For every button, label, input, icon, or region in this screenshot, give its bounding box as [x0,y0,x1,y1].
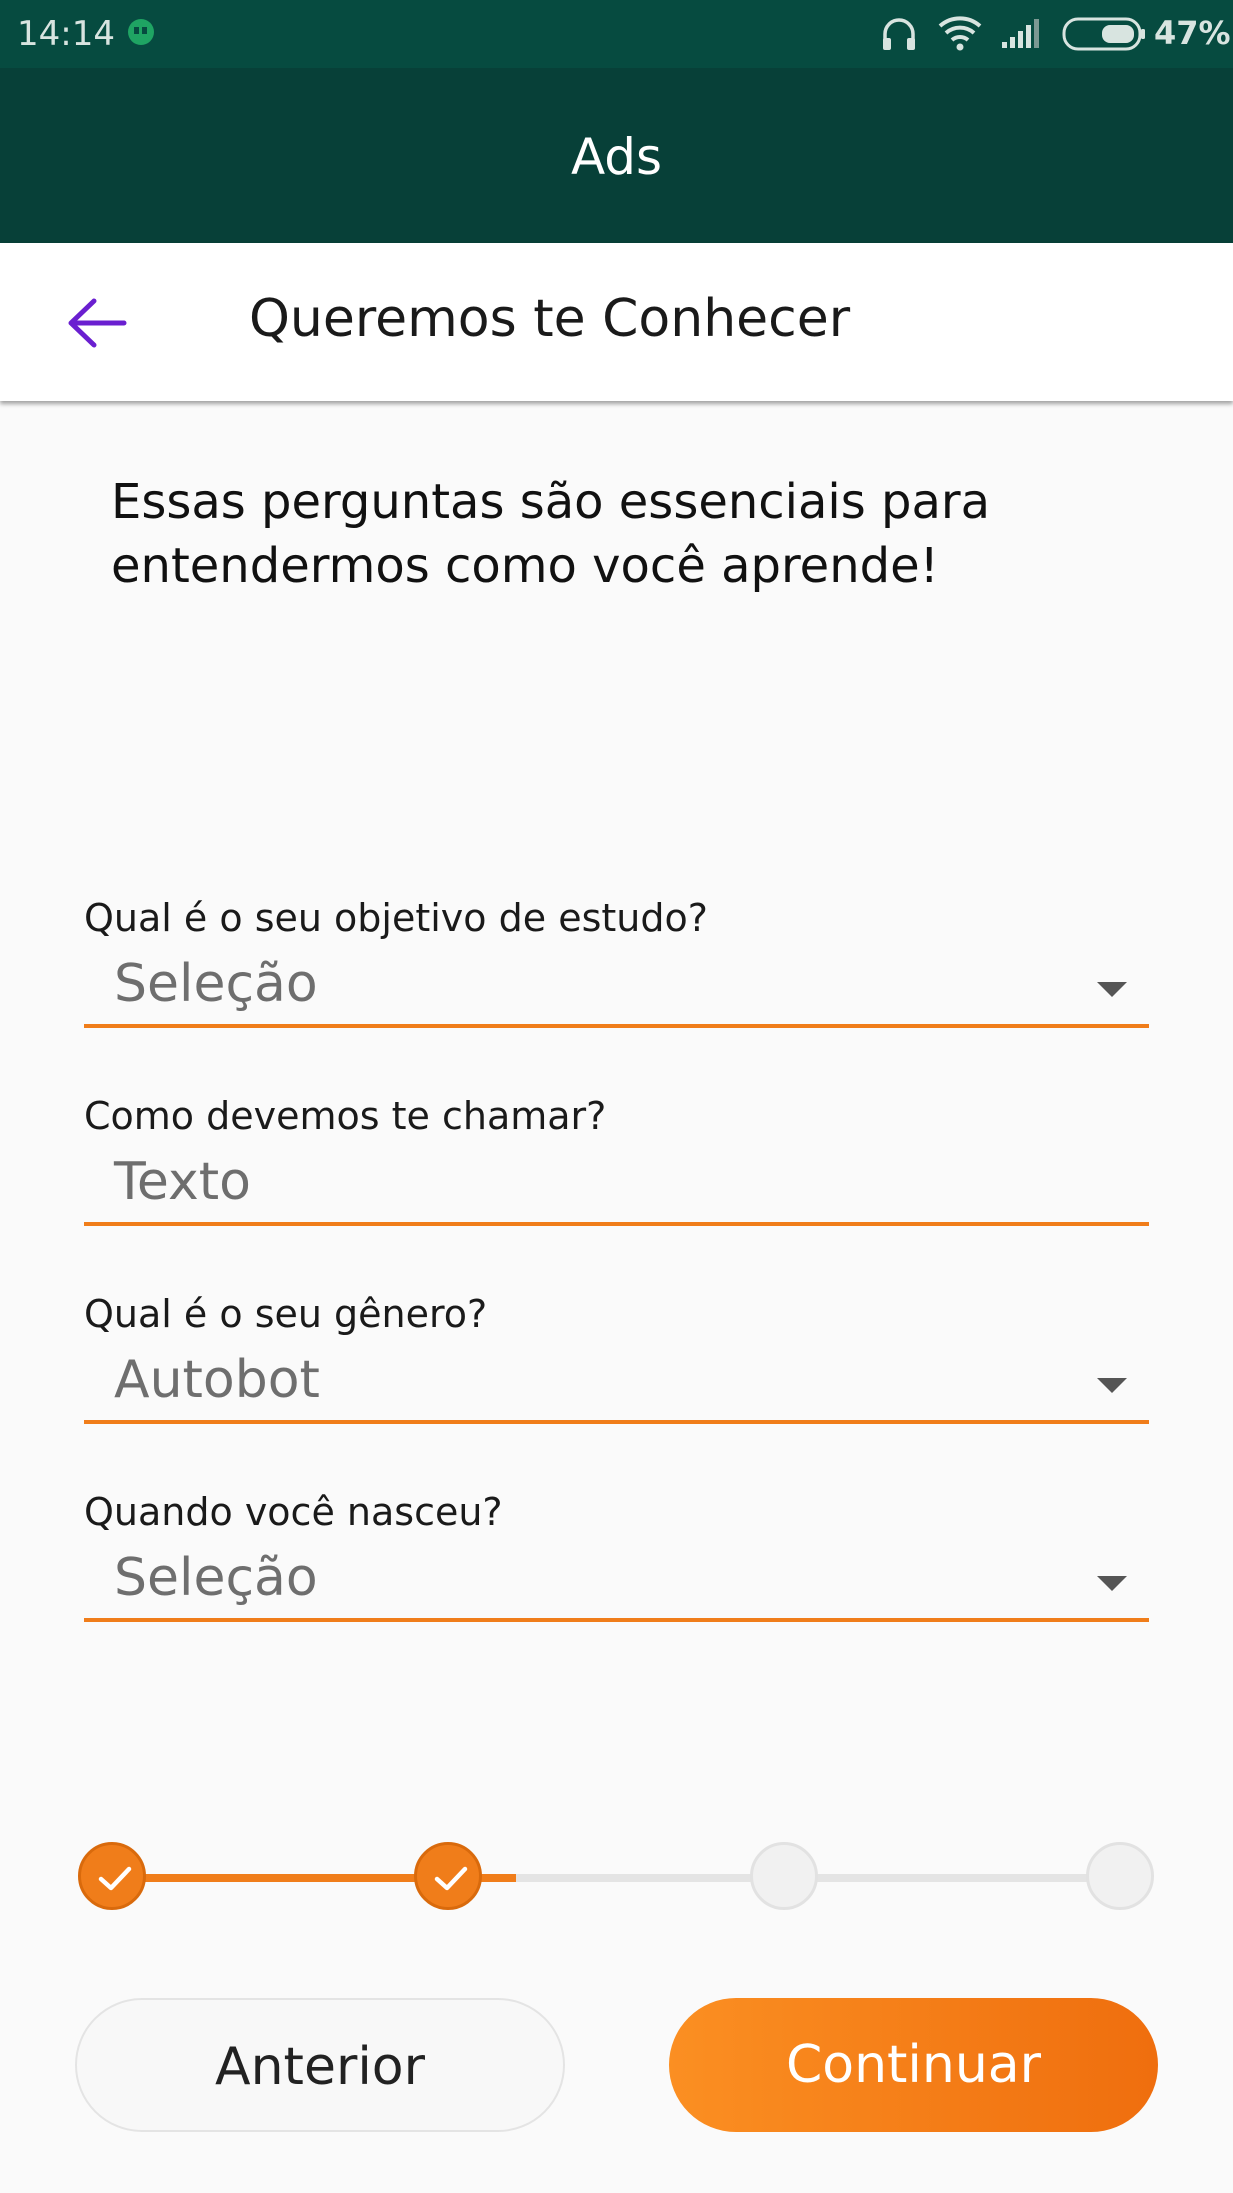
field-label: Como devemos te chamar? [84,1094,607,1138]
birth-date-field: Quando você nasceu? Seleção [84,1490,1149,1640]
app-header: Ads [0,68,1233,243]
status-time: 14:14 [17,14,115,54]
step-1-check-icon [78,1842,146,1910]
screen: 14:14 47% Ads Queremos te Conhecer Essas… [0,0,1233,2193]
step-2-check-icon [414,1842,482,1910]
signal-icon [1000,18,1044,50]
field-value: Autobot [114,1350,320,1410]
intro-text: Essas perguntas são essenciais para ente… [111,470,1111,598]
back-button[interactable] [58,291,134,355]
hangouts-icon [126,18,156,48]
dropdown-arrow-icon [1097,1576,1127,1591]
study-goal-select[interactable]: Seleção [84,946,1149,1028]
gender-select[interactable]: Autobot [84,1342,1149,1424]
field-value: Seleção [114,954,318,1014]
wifi-icon [936,14,984,52]
field-label: Quando você nasceu? [84,1490,503,1534]
arrow-left-icon [68,298,127,348]
gender-field: Qual é o seu gênero? Autobot [84,1292,1149,1442]
name-field: Como devemos te chamar? Texto [84,1094,1149,1244]
dropdown-arrow-icon [1097,982,1127,997]
field-value: Texto [114,1152,251,1212]
field-label: Qual é o seu objetivo de estudo? [84,896,708,940]
page-title: Queremos te Conhecer [249,289,851,349]
toolbar: Queremos te Conhecer [0,243,1233,401]
continue-button[interactable]: Continuar [669,1998,1158,2132]
status-bar: 14:14 47% [0,0,1233,68]
progress-stepper [76,1842,1156,1914]
intro-line-1: Essas perguntas são essenciais para [111,474,991,530]
dropdown-arrow-icon [1097,1378,1127,1393]
battery-icon [1062,16,1148,52]
field-value: Seleção [114,1548,318,1608]
intro-line-2: entendermos como você aprende! [111,538,939,594]
headphones-icon [880,16,918,52]
previous-button[interactable]: Anterior [75,1998,565,2132]
study-goal-field: Qual é o seu objetivo de estudo? Seleção [84,896,1149,1046]
birth-date-select[interactable]: Seleção [84,1540,1149,1622]
step-3 [750,1842,818,1910]
app-title: Ads [570,128,663,186]
battery-percent: 47% [1154,14,1231,52]
name-input[interactable]: Texto [84,1144,1149,1226]
field-label: Qual é o seu gênero? [84,1292,488,1336]
step-4 [1086,1842,1154,1910]
